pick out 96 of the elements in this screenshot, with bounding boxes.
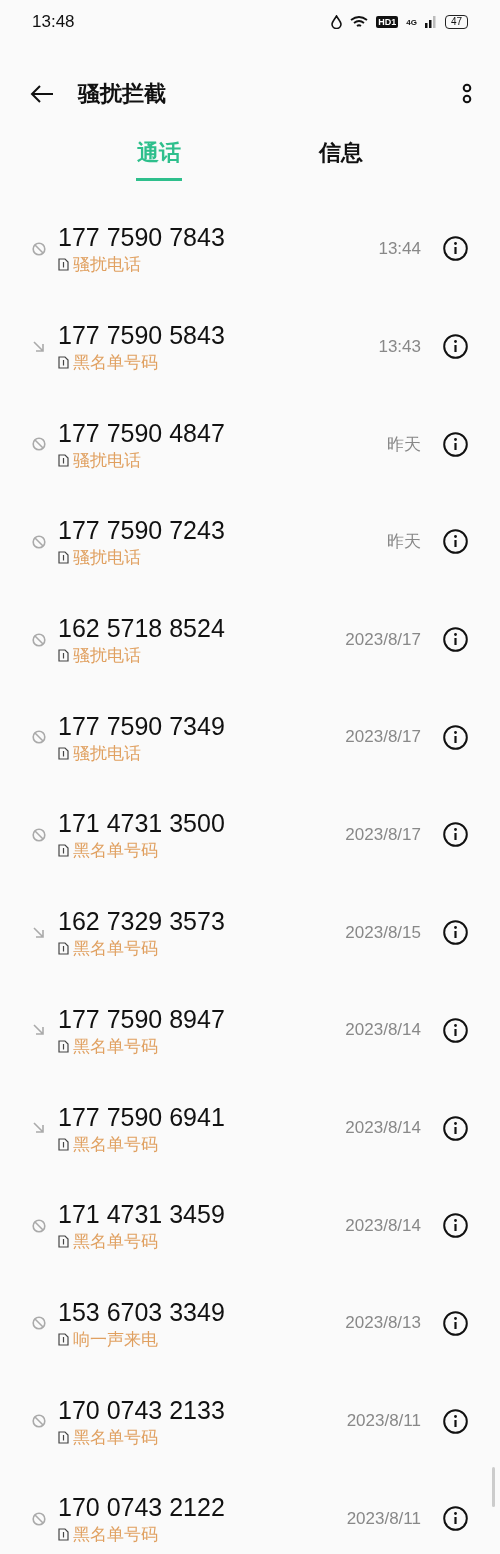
call-tag: 黑名单号码 [73,1132,158,1156]
sim-card-icon [58,258,69,272]
status-time: 13:48 [32,12,75,32]
incoming-call-icon [32,1023,46,1038]
incoming-call-icon [32,339,46,354]
network-type: 4G [406,17,417,27]
sim-card-icon [58,1430,69,1444]
phone-number: 153 6703 3349 [58,1296,226,1328]
call-time: 13:44 [378,238,421,259]
battery-indicator: 47 [444,15,468,29]
info-icon[interactable] [443,236,468,262]
info-icon[interactable] [443,529,468,555]
call-time: 2023/8/11 [346,1508,421,1529]
sim-card-icon [58,551,69,565]
info-icon[interactable] [443,1213,468,1239]
call-tag: 黑名单号码 [73,937,158,961]
blocked-icon [32,1511,46,1526]
call-time: 13:43 [378,336,421,357]
blocked-icon [32,1316,46,1331]
phone-number: 162 7329 3573 [58,906,226,938]
call-tag: 骚扰电话 [73,546,141,570]
call-time: 2023/8/11 [346,1411,421,1432]
incoming-call-icon [32,925,46,940]
signal-icon [424,16,437,28]
phone-number: 177 7590 8947 [58,1003,226,1035]
phone-number: 177 7590 7843 [58,222,226,254]
info-icon[interactable] [443,1115,468,1141]
phone-number: 177 7590 4847 [58,417,226,449]
info-icon[interactable] [443,920,468,946]
scrollbar [492,1467,495,1507]
call-time: 昨天 [387,433,421,456]
call-tag: 黑名单号码 [73,839,158,863]
call-time: 2023/8/14 [345,1118,421,1139]
phone-number: 177 7590 7349 [58,710,226,742]
phone-number: 162 5718 8524 [58,613,226,645]
call-time: 2023/8/14 [345,1020,421,1041]
sim-card-icon [58,1039,69,1053]
phone-number: 177 7590 7243 [58,515,226,547]
phone-number: 171 4731 3459 [58,1199,226,1231]
info-icon[interactable] [443,627,468,653]
drop-icon [331,15,343,29]
incoming-call-icon [32,1121,46,1136]
call-tag: 骚扰电话 [73,253,141,277]
call-tag: 响一声来电 [73,1327,158,1351]
phone-number: 171 4731 3500 [58,808,226,840]
phone-number: 177 7590 6941 [58,1101,226,1133]
call-tag: 黑名单号码 [73,1034,158,1058]
sim-card-icon [58,1332,69,1346]
call-tag: 骚扰电话 [73,741,141,765]
call-time: 2023/8/14 [345,1215,421,1236]
wifi-icon [350,15,369,29]
sim-card-icon [58,746,69,760]
call-tag: 黑名单号码 [73,1425,158,1449]
call-time: 2023/8/15 [345,922,421,943]
info-icon[interactable] [443,1506,468,1532]
call-time: 2023/8/13 [345,1313,421,1334]
call-tag: 骚扰电话 [73,644,141,668]
back-icon[interactable] [30,85,54,103]
call-tag: 黑名单号码 [73,351,158,375]
phone-number: 170 0743 2122 [58,1492,226,1524]
blocked-icon [32,437,46,452]
phone-number: 177 7590 5843 [58,320,226,352]
blocked-icon [32,1414,46,1429]
sim-card-icon [58,1137,69,1151]
blocked-icon [32,730,46,745]
sim-card-icon [58,1235,69,1249]
info-icon[interactable] [443,724,468,750]
sim-card-icon [58,356,69,370]
info-icon[interactable] [443,1408,468,1434]
info-icon[interactable] [443,822,468,848]
blocked-icon [32,632,46,647]
info-icon[interactable] [443,431,468,457]
call-time: 2023/8/17 [345,629,421,650]
sim-card-icon [58,844,69,858]
blocked-icon [32,1218,46,1233]
call-tag: 黑名单号码 [73,1230,158,1254]
phone-number: 170 0743 2133 [58,1394,226,1426]
sim-card-icon [58,1528,69,1542]
call-time: 2023/8/17 [345,727,421,748]
call-time: 昨天 [387,531,421,554]
sim-card-icon [58,453,69,467]
hd-indicator: HD1 [376,16,399,28]
blocked-icon [32,241,46,256]
info-icon[interactable] [443,334,468,360]
blocked-icon [32,534,46,549]
sim-card-icon [58,942,69,956]
blocked-icon [32,827,46,842]
call-tag: 骚扰电话 [73,448,141,472]
tab[interactable]: 信息 [318,138,364,181]
info-icon[interactable] [443,1310,468,1336]
more-icon[interactable] [462,83,472,105]
page-title: 骚扰拦截 [78,80,167,108]
info-icon[interactable] [443,1017,468,1043]
call-time: 2023/8/17 [345,824,421,845]
call-tag: 黑名单号码 [73,1523,158,1547]
sim-card-icon [58,649,69,663]
